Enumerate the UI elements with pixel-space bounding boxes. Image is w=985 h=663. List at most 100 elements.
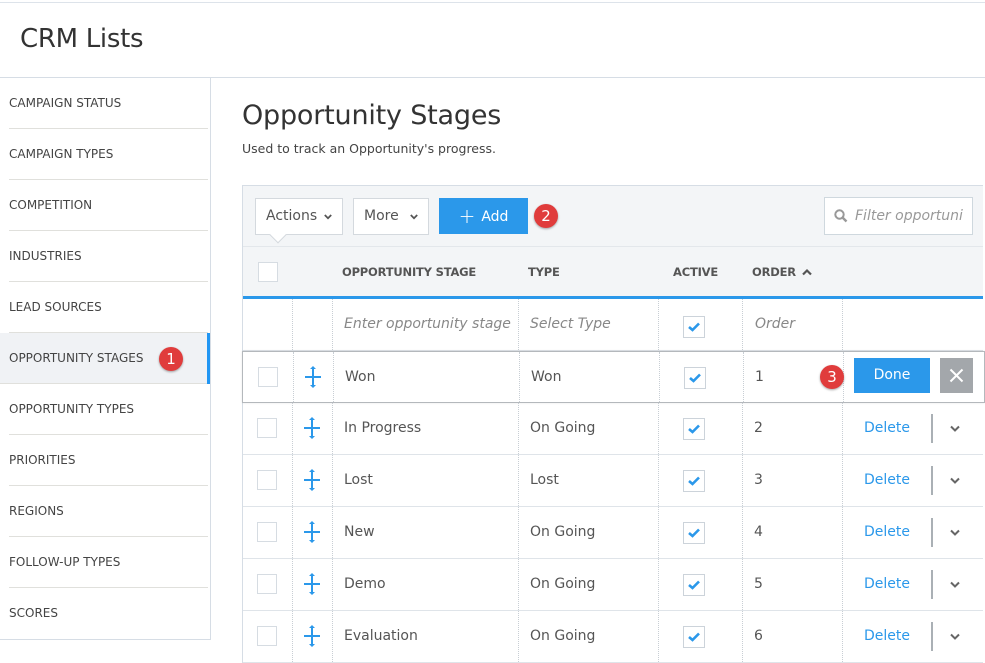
- sidebar-item-follow-up-types[interactable]: FOLLOW-UP TYPES: [9, 537, 208, 588]
- chevron-down-icon: [324, 214, 332, 220]
- drag-handle-icon[interactable]: [302, 520, 322, 544]
- active-checkbox[interactable]: [683, 470, 705, 492]
- row-menu-chevron-icon[interactable]: [950, 425, 960, 433]
- dropdown-pointer: [269, 226, 287, 244]
- actions-button[interactable]: Actions: [255, 198, 343, 244]
- active-checkbox[interactable]: [683, 574, 705, 596]
- drag-handle-icon[interactable]: [302, 624, 322, 648]
- sidebar-item-lead-sources[interactable]: LEAD SOURCES: [9, 282, 208, 333]
- app-title: CRM Lists: [20, 24, 144, 54]
- stage-cell[interactable]: Won: [345, 352, 375, 403]
- sidebar-item-priorities[interactable]: PRIORITIES: [9, 435, 208, 486]
- sidebar-item-scores[interactable]: SCORES: [9, 588, 208, 639]
- sidebar-item-label: OPPORTUNITY TYPES: [9, 402, 135, 416]
- sidebar-item-competition[interactable]: COMPETITION: [9, 180, 208, 231]
- callout-badge-2: 2: [534, 204, 558, 228]
- done-button[interactable]: Done: [854, 358, 930, 393]
- type-select[interactable]: Select Type: [530, 299, 611, 350]
- table-body: In Progress On Going 2 Delete Lost Lost …: [243, 403, 983, 663]
- order-cell: 2: [754, 420, 763, 436]
- sidebar-item-campaign-types[interactable]: CAMPAIGN TYPES: [9, 129, 208, 180]
- column-header-order[interactable]: ORDER: [752, 247, 796, 297]
- row-checkbox[interactable]: [257, 522, 277, 542]
- check-icon: [688, 580, 700, 590]
- type-cell: On Going: [530, 628, 596, 644]
- more-button[interactable]: More: [353, 198, 429, 235]
- select-all-checkbox[interactable]: [258, 262, 278, 282]
- sidebar-item-label: INDUSTRIES: [9, 249, 82, 263]
- active-checkbox[interactable]: [683, 418, 705, 440]
- drag-handle-icon[interactable]: [302, 572, 322, 596]
- table-header: OPPORTUNITY STAGE TYPE ACTIVE ORDER: [243, 247, 983, 299]
- row-menu-chevron-icon[interactable]: [950, 633, 960, 641]
- sidebar-item-opportunity-stages[interactable]: OPPORTUNITY STAGES 1: [0, 333, 210, 384]
- action-divider: [931, 622, 933, 651]
- sort-ascending-icon[interactable]: [802, 268, 812, 276]
- delete-link[interactable]: Delete: [864, 507, 910, 558]
- new-row: Enter opportunity stage Select Type Orde…: [243, 299, 983, 351]
- type-cell: On Going: [530, 576, 596, 592]
- type-cell: On Going: [530, 524, 596, 540]
- check-icon: [688, 476, 700, 486]
- action-divider: [931, 466, 933, 495]
- cancel-edit-button[interactable]: [940, 358, 973, 393]
- row-menu-chevron-icon[interactable]: [950, 529, 960, 537]
- row-checkbox[interactable]: [258, 367, 278, 387]
- sidebar-item-label: OPPORTUNITY STAGES: [9, 351, 144, 365]
- stage-cell: Lost: [344, 472, 373, 488]
- check-icon: [688, 322, 700, 332]
- delete-link[interactable]: Delete: [864, 455, 910, 506]
- grid-toolbar: Actions More + Add 2 Filter opportuni: [243, 186, 983, 247]
- row-menu-chevron-icon[interactable]: [950, 581, 960, 589]
- active-checkbox[interactable]: [683, 316, 705, 338]
- sidebar: CAMPAIGN STATUS CAMPAIGN TYPES COMPETITI…: [0, 78, 211, 640]
- filter-input[interactable]: Filter opportuni: [824, 197, 973, 235]
- drag-handle-icon[interactable]: [302, 468, 322, 492]
- opportunity-stages-grid: Actions More + Add 2 Filter opportuni OPP…: [242, 185, 985, 663]
- order-cell: 3: [754, 472, 763, 488]
- check-icon: [688, 528, 700, 538]
- sidebar-item-label: COMPETITION: [9, 198, 93, 212]
- row-checkbox[interactable]: [257, 418, 277, 438]
- sidebar-item-industries[interactable]: INDUSTRIES: [9, 231, 208, 282]
- drag-handle-icon[interactable]: [303, 365, 323, 389]
- sidebar-item-opportunity-types[interactable]: OPPORTUNITY TYPES: [9, 384, 208, 435]
- check-icon: [688, 424, 700, 434]
- sidebar-item-label: CAMPAIGN TYPES: [9, 147, 114, 161]
- check-icon: [688, 632, 700, 642]
- plus-icon: +: [458, 204, 476, 228]
- sidebar-item-regions[interactable]: REGIONS: [9, 486, 208, 537]
- sidebar-item-campaign-status[interactable]: CAMPAIGN STATUS: [9, 78, 208, 129]
- table-row: New On Going 4 Delete: [243, 507, 983, 559]
- column-header-type[interactable]: TYPE: [528, 247, 560, 297]
- delete-link[interactable]: Delete: [864, 403, 910, 454]
- order-cell: 5: [754, 576, 763, 592]
- column-header-active[interactable]: ACTIVE: [673, 247, 718, 297]
- add-button[interactable]: + Add: [439, 198, 528, 234]
- active-checkbox[interactable]: [683, 522, 705, 544]
- order-cell: 6: [754, 628, 763, 644]
- active-checkbox[interactable]: [684, 367, 706, 389]
- actions-label: Actions: [266, 208, 318, 224]
- order-cell[interactable]: 1: [755, 352, 764, 403]
- row-checkbox[interactable]: [257, 574, 277, 594]
- type-cell[interactable]: Won: [531, 352, 561, 403]
- sidebar-item-label: SCORES: [9, 606, 58, 620]
- active-checkbox[interactable]: [683, 626, 705, 648]
- row-checkbox[interactable]: [257, 626, 277, 646]
- sidebar-item-label: REGIONS: [9, 504, 64, 518]
- main-header: Opportunity Stages Used to track an Oppo…: [242, 100, 985, 156]
- stage-cell: In Progress: [344, 420, 422, 436]
- drag-handle-icon[interactable]: [302, 416, 322, 440]
- action-divider: [931, 414, 933, 443]
- column-header-stage[interactable]: OPPORTUNITY STAGE: [342, 247, 476, 297]
- row-checkbox[interactable]: [257, 470, 277, 490]
- page-title: Opportunity Stages: [242, 100, 502, 131]
- edit-row: Won Won 1 3 Done: [242, 351, 985, 403]
- filter-placeholder: Filter opportuni: [855, 208, 963, 224]
- delete-link[interactable]: Delete: [864, 559, 910, 610]
- stage-input[interactable]: Enter opportunity stage: [344, 299, 511, 350]
- order-input[interactable]: Order: [755, 299, 795, 350]
- row-menu-chevron-icon[interactable]: [950, 477, 960, 485]
- delete-link[interactable]: Delete: [864, 611, 910, 662]
